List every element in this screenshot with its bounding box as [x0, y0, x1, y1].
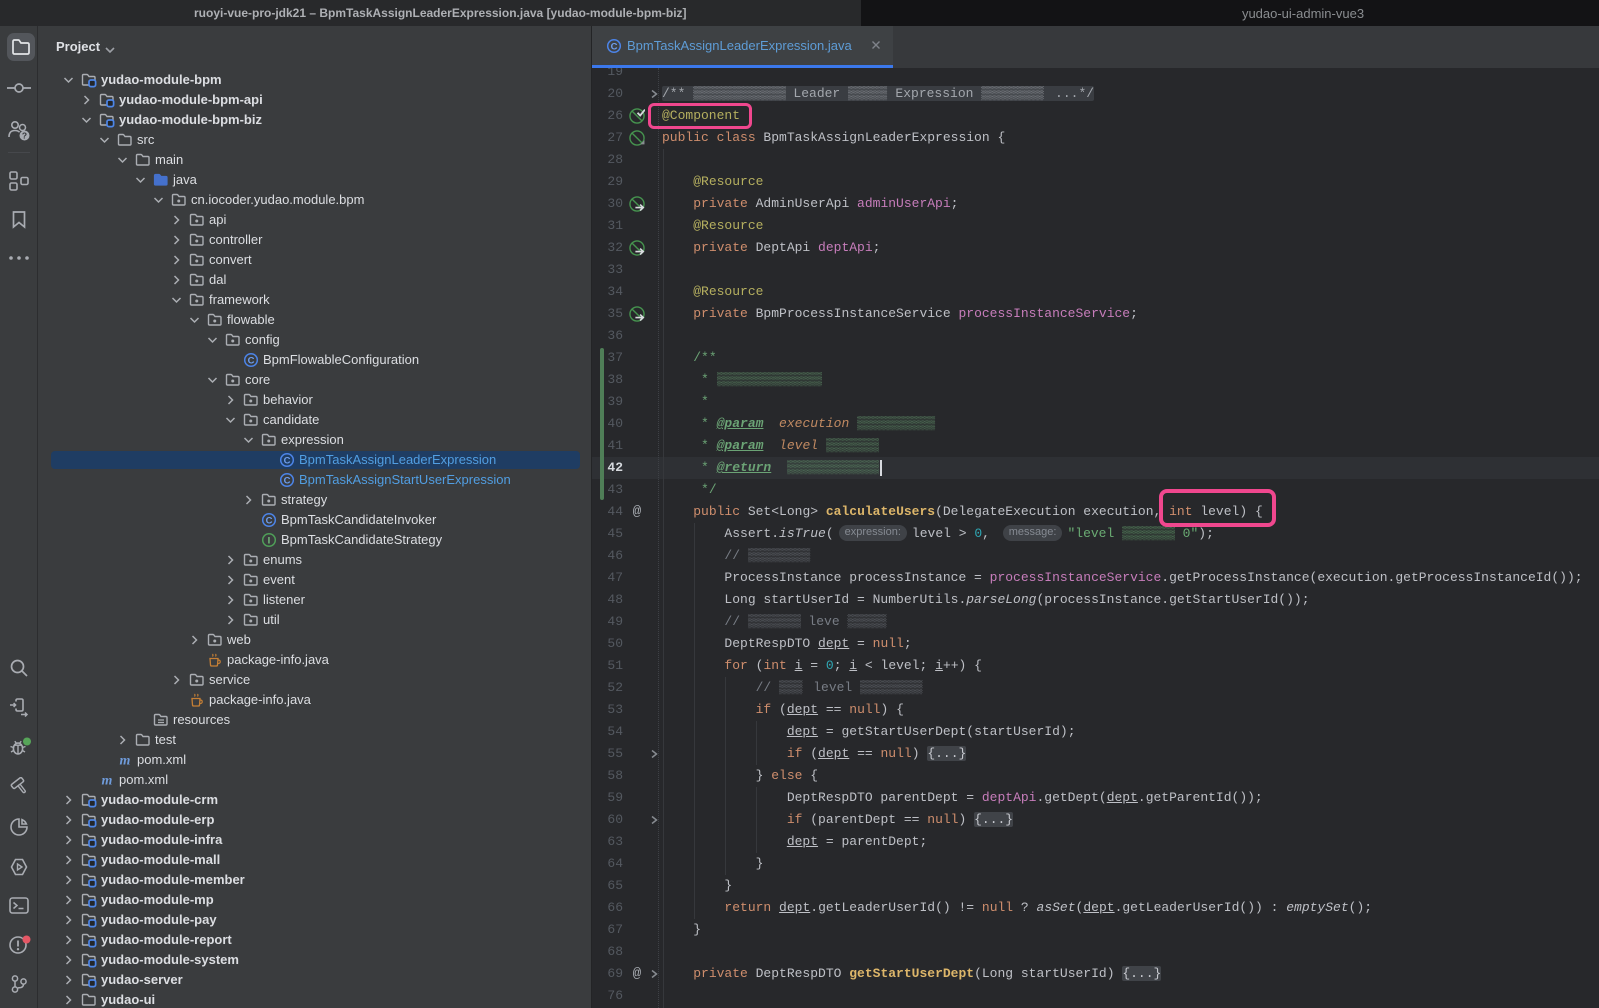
svg-text:m: m [102, 774, 113, 789]
svg-text:C: C [284, 455, 291, 466]
svg-text:I: I [268, 535, 271, 546]
svg-text:C: C [266, 515, 273, 526]
svg-text:?: ? [22, 131, 27, 141]
svg-text:C: C [611, 41, 618, 52]
svg-text:C: C [248, 355, 255, 366]
svg-text:C: C [284, 475, 291, 486]
svg-text:m: m [120, 754, 131, 769]
